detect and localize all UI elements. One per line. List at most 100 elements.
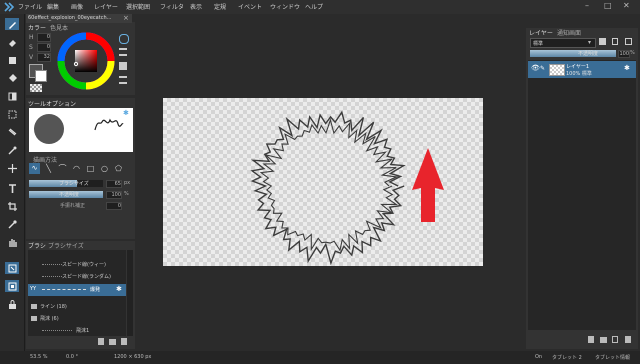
crop-tool[interactable] <box>5 200 19 212</box>
lock-toggle[interactable] <box>5 298 19 310</box>
layer-thumbnail <box>549 64 565 76</box>
red-arrow-drawing <box>412 148 444 222</box>
brush-settings-icon[interactable]: ✱ <box>123 109 129 117</box>
snap-toggle[interactable] <box>5 262 19 274</box>
brush-group[interactable]: 飛沫 (6) <box>28 314 126 324</box>
menu-ruler[interactable]: 定規 <box>214 2 226 11</box>
menu-window[interactable]: ウィンドウ <box>270 2 300 11</box>
layer-row[interactable]: 👁 ✎ レイヤー1 100% 標準 ✱ <box>528 61 636 78</box>
wheel-mode-icon[interactable] <box>119 34 129 44</box>
line-method-button[interactable]: ╲ <box>43 163 54 174</box>
menu-help[interactable]: ヘルプ <box>305 2 323 11</box>
document-tab[interactable]: 60effect_explosion_00eyecatch... × <box>26 14 132 23</box>
menu-image[interactable]: 画像 <box>71 2 83 11</box>
brush-size-tab[interactable]: ブラシサイズ <box>48 241 84 250</box>
eye-icon[interactable]: 👁 <box>531 64 540 72</box>
blend-mode-select[interactable]: 標準 ▾ <box>530 38 596 48</box>
layer-tab[interactable]: レイヤー <box>529 28 553 37</box>
eyedropper-tool[interactable] <box>5 218 19 230</box>
menu-event[interactable]: イベント <box>238 2 262 11</box>
rectangle-method-button[interactable]: □ <box>85 163 96 174</box>
list-item-selected[interactable]: YY 爆発 ✱ <box>28 284 126 296</box>
swatches-tab[interactable]: 色見本 <box>50 23 68 32</box>
folder-add-icon[interactable] <box>109 339 116 345</box>
background-color-swatch[interactable] <box>35 70 47 82</box>
menu-filter[interactable]: フィルタ <box>160 2 184 11</box>
document-title: 60effect_explosion_00eyecatch... <box>28 15 112 21</box>
lasso-tool[interactable] <box>5 126 19 138</box>
value-field[interactable]: 32 <box>37 53 51 62</box>
maximize-button[interactable]: □ <box>604 1 612 10</box>
brush-list: スピード線(ウィー) スピード線(ランダム) YY 爆発 ✱ ライン (18) … <box>28 250 126 336</box>
minimize-button[interactable]: – <box>585 1 589 10</box>
magic-wand-tool[interactable] <box>5 144 19 156</box>
document-close-button[interactable]: × <box>123 14 129 22</box>
layer-opacity-value[interactable]: 100 <box>618 50 630 58</box>
eraser-tool[interactable] <box>5 36 19 48</box>
polygon-method-button[interactable]: ⬠ <box>113 163 124 174</box>
new-brush-icon[interactable] <box>98 338 104 345</box>
brush-list-scrollbar[interactable] <box>127 250 133 336</box>
layer-opacity-slider[interactable]: 不透明度 <box>530 50 616 57</box>
text-tool[interactable] <box>5 182 19 194</box>
new-layer-icon[interactable] <box>588 336 594 343</box>
curve-method-button[interactable]: ⌒ <box>57 163 68 174</box>
menu-view[interactable]: 表示 <box>190 2 202 11</box>
brush-size-value[interactable]: 65 <box>106 180 122 188</box>
rotation-angle[interactable]: 0.0 ° <box>66 354 78 360</box>
zoom-level[interactable]: 53.5 % <box>30 354 47 360</box>
menu-edit[interactable]: 編集 <box>47 2 59 11</box>
pen-tool[interactable] <box>5 18 19 30</box>
menu-layer[interactable]: レイヤー <box>94 2 118 11</box>
trash-icon[interactable] <box>121 338 127 345</box>
app-logo-icon <box>4 2 15 12</box>
freehand-method-button[interactable]: ∿ <box>29 163 40 174</box>
layer-copy-icon[interactable] <box>612 336 618 343</box>
layer-trash-icon[interactable] <box>625 336 631 343</box>
brush-item-settings-icon[interactable]: ✱ <box>116 285 122 293</box>
opacity-unit: % <box>124 191 129 197</box>
color-tab[interactable]: カラー <box>28 23 46 32</box>
layer-lock-icon[interactable] <box>612 38 618 45</box>
menu-file[interactable]: ファイル <box>18 2 42 11</box>
brush-group[interactable]: ライン (18) <box>28 302 126 312</box>
shape-tool[interactable] <box>5 54 19 66</box>
move-tool[interactable] <box>5 162 19 174</box>
layer-mask-icon[interactable] <box>599 38 606 45</box>
history-mode-icon[interactable] <box>119 76 127 84</box>
opacity-slider[interactable]: 不透明度 <box>29 191 103 198</box>
stabilizer-value[interactable]: 0 <box>106 202 122 210</box>
list-item[interactable]: スピード線(ランダム) <box>28 272 126 282</box>
brush-size-slider[interactable]: ブラシサイズ <box>29 180 103 187</box>
close-window-button[interactable]: ✕ <box>623 1 630 10</box>
snap-icon <box>8 264 16 272</box>
gradient-tool[interactable] <box>5 90 19 102</box>
layer-settings-icon[interactable]: ✱ <box>624 64 630 72</box>
hand-tool[interactable] <box>5 236 19 248</box>
color-wheel[interactable] <box>57 32 115 90</box>
notification-tab[interactable]: 通知画面 <box>557 28 581 37</box>
hue-field[interactable]: 0 <box>37 33 51 42</box>
magic-wand-icon <box>8 146 16 154</box>
grid-toggle[interactable] <box>5 280 19 292</box>
slider-mode-icon[interactable] <box>119 48 127 56</box>
menu-select[interactable]: 選択範囲 <box>126 2 150 11</box>
saturation-field[interactable]: 0 <box>37 43 51 52</box>
brush-stroke-thumb <box>42 330 72 331</box>
palette-mode-icon[interactable] <box>119 62 127 70</box>
opacity-value[interactable]: 100 <box>106 191 122 199</box>
layer-folder-icon[interactable] <box>600 337 607 343</box>
tablet-info[interactable]: タブレット情報 <box>595 354 630 361</box>
lasso-icon <box>8 128 16 135</box>
arc-method-button[interactable]: ◠ <box>71 163 82 174</box>
list-item[interactable]: スピード線(ウィー) <box>28 260 126 270</box>
list-item[interactable]: 飛沫1 <box>28 326 126 336</box>
select-tool[interactable] <box>5 108 19 120</box>
ellipse-method-button[interactable]: ○ <box>99 163 110 174</box>
drawing-canvas[interactable] <box>163 98 483 266</box>
brush-tab[interactable]: ブラシ <box>28 241 46 250</box>
layer-clip-icon[interactable] <box>625 38 632 45</box>
fill-tool[interactable] <box>5 72 19 84</box>
transparent-swatch[interactable] <box>30 84 42 92</box>
tablet-mode[interactable]: タブレット 2 <box>552 354 582 361</box>
